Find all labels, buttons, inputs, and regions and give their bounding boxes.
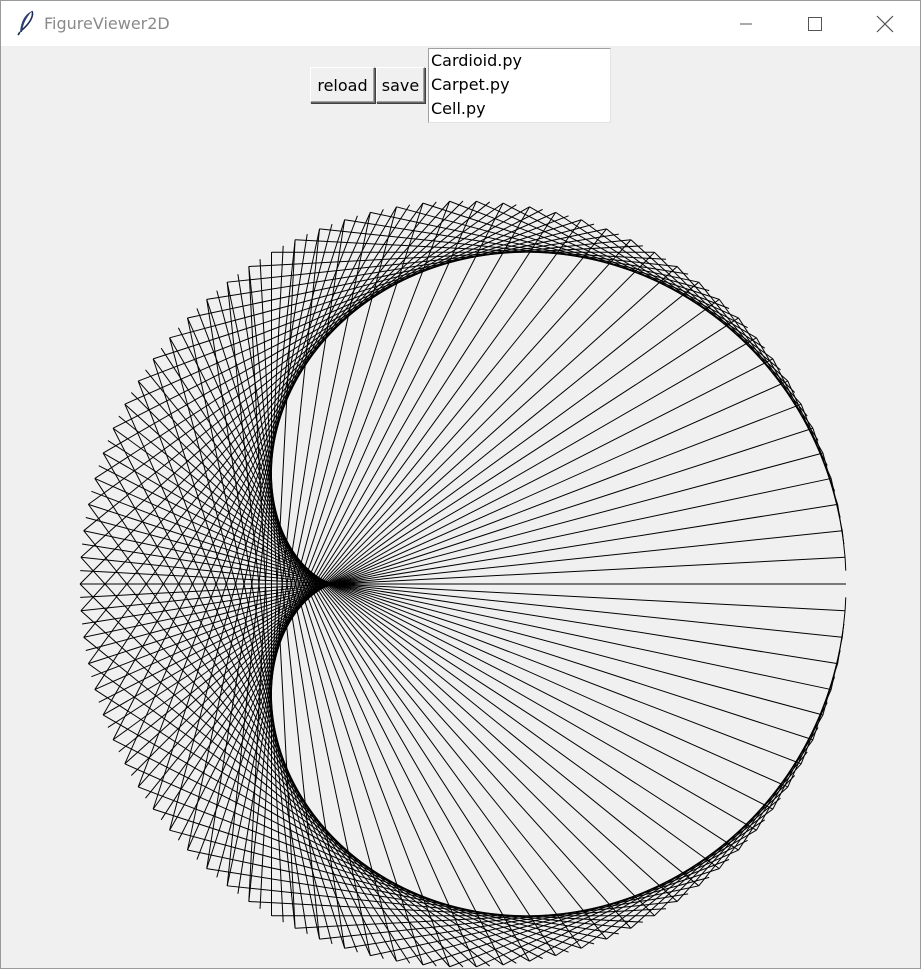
file-listbox[interactable]: Cardioid.py Carpet.py Cell.py [428,48,611,123]
reload-button[interactable]: reload [310,67,375,103]
chord-line [94,204,411,690]
chord-line [606,228,781,371]
minimize-icon [738,16,754,32]
chord-line [88,427,814,665]
chord-line [80,556,451,968]
chord-line [94,380,789,691]
close-button[interactable] [850,1,920,46]
chord-line [124,211,556,405]
chord-line [112,208,543,429]
chord-line [248,266,321,940]
chord-line [137,215,358,788]
chord-line [83,201,491,532]
chord-line [344,219,689,275]
chord-line [630,239,789,382]
chord-line [145,228,607,799]
chord-line [130,251,655,776]
chord-line [844,557,847,571]
chord-line [606,797,781,940]
file-list-item-cardioid[interactable]: Cardioid.py [429,49,610,73]
title-bar[interactable]: FigureViewer2D [1,1,920,46]
chord-line [529,829,757,962]
cardioid-figure [79,200,847,968]
file-list-item-carpet[interactable]: Carpet.py [429,73,610,97]
save-button[interactable]: save [376,67,425,103]
file-list-item-cell[interactable]: Cell.py [429,97,610,121]
maximize-button[interactable] [780,1,850,46]
chord-line [476,200,739,319]
chord-line [844,597,847,611]
chord-line [80,200,477,558]
chord-line [94,478,411,964]
chord-line [152,219,346,810]
chord-line [529,206,757,339]
chord-line [502,839,748,966]
chord-line [82,543,838,665]
chord-line [555,211,766,349]
app-window: FigureViewer2D reload save Cardioid.py C… [0,0,921,969]
chord-line [94,477,789,788]
chord-line [137,380,358,953]
chord-line [396,876,710,962]
chord-line [80,200,451,612]
chord-line [216,206,397,878]
chord-line [83,477,832,638]
chord-line [169,223,595,339]
chord-line [841,530,846,558]
chord-line [581,808,774,949]
chord-line [227,239,631,283]
window-title: FigureViewer2D [44,14,170,33]
chord-line [130,392,655,917]
minimize-button[interactable] [711,1,781,46]
figure-canvas[interactable] [1,171,920,968]
client-area: reload save Cardioid.py Carpet.py Cell.p… [1,46,920,968]
chord-line [169,829,595,945]
chord-line [145,369,607,940]
close-icon [876,15,894,33]
chord-line [88,503,814,741]
feather-icon [16,10,36,36]
chord-line [124,763,556,957]
chord-line [344,893,689,949]
chord-line [80,610,477,968]
chord-line [107,317,739,728]
maximize-icon [807,16,823,32]
chord-line [206,299,424,966]
chord-line [152,358,346,949]
chord-line [107,440,739,851]
